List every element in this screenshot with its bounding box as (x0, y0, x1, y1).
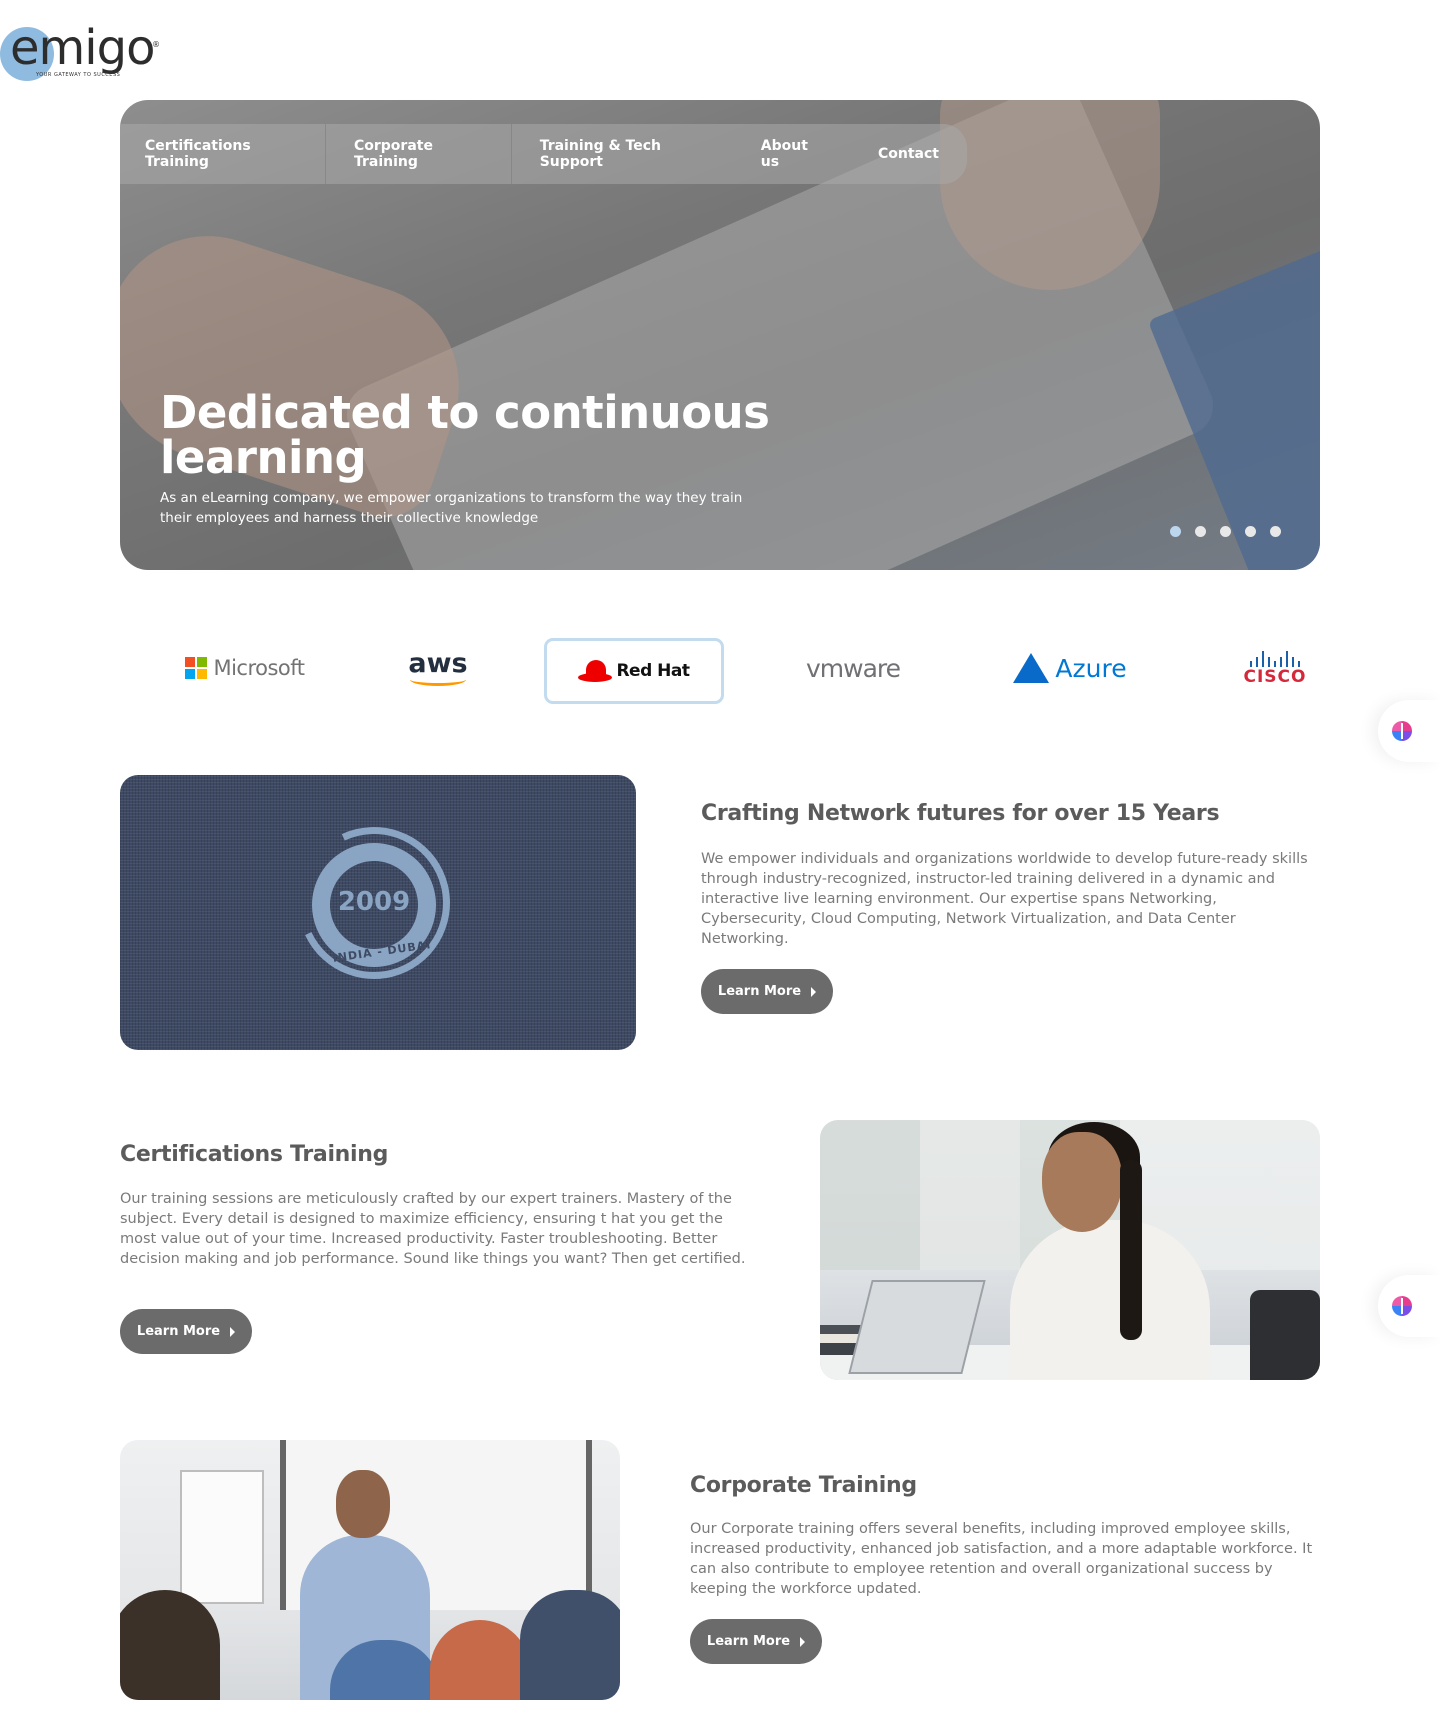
badge-year: 2009 (337, 887, 411, 917)
corporate-title: Corporate Training (690, 1473, 917, 1498)
partner-cisco[interactable]: CISCO (1230, 638, 1320, 698)
about-badge-image: 2009 INDIA - DUBAI (120, 775, 636, 1050)
about-text: We empower individuals and organizations… (701, 851, 1308, 947)
partner-label: vmware (805, 653, 901, 683)
nav-about-us[interactable]: About us (733, 124, 850, 184)
nav-certifications-training[interactable]: Certifications Training (120, 124, 326, 184)
partner-label: Azure (1055, 653, 1127, 683)
main-nav: Certifications Training Corporate Traini… (120, 124, 967, 184)
button-label: Learn More (706, 1634, 791, 1649)
logo-text: emigo (10, 20, 155, 76)
carousel-dots (1170, 526, 1281, 537)
emigo-logo[interactable]: emigo ® YOUR GATEWAY TO SUCCESS (0, 20, 170, 82)
logo-registered-mark: ® (152, 40, 160, 49)
partner-label: Red Hat (616, 661, 690, 681)
caret-right-icon (230, 1326, 236, 1337)
partner-logos: Microsoft aws Red Hat vmware Azure CISCO (120, 638, 1320, 704)
partner-aws[interactable]: aws (388, 638, 488, 698)
caret-right-icon (811, 986, 817, 997)
aws-icon: aws (408, 650, 468, 686)
partner-vmware[interactable]: vmware (788, 638, 918, 698)
caret-right-icon (800, 1636, 806, 1647)
certifications-text: Our training sessions are meticulously c… (120, 1191, 746, 1267)
hero-title: Dedicated to continuous learning (160, 386, 770, 484)
partner-redhat[interactable]: Red Hat (544, 638, 724, 704)
partner-azure[interactable]: Azure (1005, 638, 1135, 698)
carousel-dot-5[interactable] (1270, 526, 1281, 537)
corporate-training-photo (120, 1440, 620, 1700)
nav-contact[interactable]: Contact (850, 124, 967, 184)
partner-microsoft[interactable]: Microsoft (180, 638, 310, 698)
corporate-learn-more-button[interactable]: Learn More (690, 1619, 822, 1664)
logo-tagline: YOUR GATEWAY TO SUCCESS (36, 72, 121, 78)
partner-label: CISCO (1243, 667, 1307, 687)
aws-smile-icon (409, 673, 466, 686)
cisco-bars-icon (1249, 649, 1300, 667)
ai-assistant-widget[interactable] (1378, 700, 1440, 762)
corporate-text: Our Corporate training offers several be… (690, 1521, 1313, 1597)
button-label: Learn More (136, 1324, 221, 1339)
about-title: Crafting Network futures for over 15 Yea… (701, 801, 1220, 826)
carousel-dot-4[interactable] (1245, 526, 1256, 537)
nav-corporate-training[interactable]: Corporate Training (326, 124, 512, 184)
partner-label: Microsoft (213, 656, 305, 680)
ai-assistant-widget[interactable] (1378, 1275, 1440, 1337)
button-label: Learn More (717, 984, 802, 999)
about-learn-more-button[interactable]: Learn More (701, 969, 833, 1014)
ai-brain-icon (1392, 1296, 1412, 1316)
hero-subtitle: As an eLearning company, we empower orga… (160, 490, 743, 526)
cisco-icon: CISCO (1244, 649, 1307, 687)
carousel-dot-3[interactable] (1220, 526, 1231, 537)
carousel-dot-2[interactable] (1195, 526, 1206, 537)
hero-banner: Certifications Training Corporate Traini… (120, 100, 1320, 570)
redhat-icon (578, 660, 613, 682)
certifications-title: Certifications Training (120, 1142, 389, 1167)
certifications-student-photo (820, 1120, 1320, 1380)
carousel-dot-1[interactable] (1170, 526, 1181, 537)
ai-brain-icon (1392, 721, 1412, 741)
microsoft-icon (185, 657, 208, 679)
nav-training-tech-support[interactable]: Training & Tech Support (512, 124, 733, 184)
certifications-learn-more-button[interactable]: Learn More (120, 1309, 252, 1354)
azure-icon (1013, 653, 1050, 683)
